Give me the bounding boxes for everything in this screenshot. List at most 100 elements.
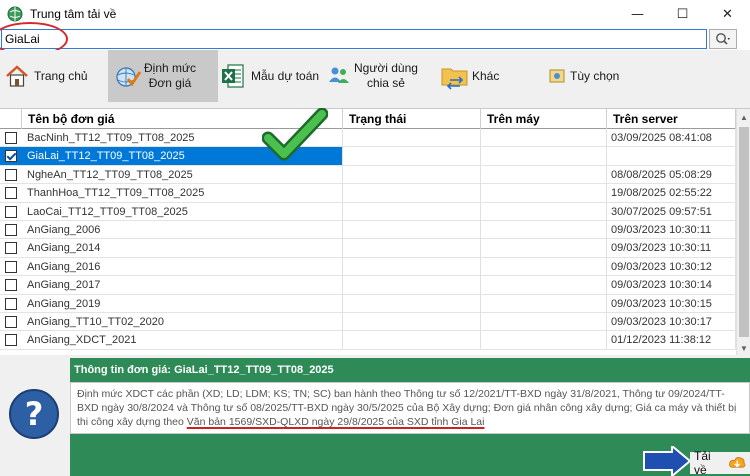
row-checkbox[interactable] (5, 260, 17, 273)
row-name: AnGiang_2016 (22, 257, 343, 276)
row-status (343, 239, 481, 258)
excel-icon (222, 64, 244, 88)
row-local (481, 312, 607, 331)
search-row (0, 28, 750, 50)
row-name: ThanhHoa_TT12_TT09_TT08_2025 (22, 184, 343, 203)
row-name: AnGiang_2019 (22, 294, 343, 313)
cloud-download-icon (728, 457, 745, 468)
table-row[interactable]: GiaLai_TT12_TT09_TT08_2025 15/09/2025 09:… (0, 147, 736, 166)
row-checkbox[interactable] (5, 279, 17, 292)
row-checkbox[interactable] (5, 168, 17, 181)
row-server: 09/03/2023 10:30:15 (607, 294, 736, 313)
table-row[interactable]: AnGiang_TT10_TT02_2020 09/03/2023 10:30:1… (0, 312, 736, 332)
scroll-down-icon[interactable]: ▼ (737, 340, 750, 355)
row-server: 09/03/2023 10:30:11 (607, 220, 736, 239)
shared-users-label: Người dùng chia sẻ (354, 61, 418, 91)
row-name: AnGiang_2014 (22, 239, 343, 258)
row-local (481, 276, 607, 295)
info-description-highlight: Văn bản 1569/SXD-QLXD ngày 29/8/2025 của… (186, 416, 485, 428)
minimize-button[interactable]: — (615, 0, 660, 28)
row-server: 30/07/2025 09:57:51 (607, 202, 736, 221)
row-local (481, 331, 607, 350)
header-local[interactable]: Trên máy (481, 109, 607, 129)
download-arrow-icon (643, 446, 692, 476)
row-status (343, 184, 481, 203)
row-status (343, 312, 481, 331)
row-status (343, 147, 481, 166)
window-controls: — ☐ ✕ (615, 0, 750, 28)
info-title: Thông tin đơn giá: GiaLai_TT12_TT09_TT08… (70, 358, 750, 382)
options-gear-icon (549, 69, 565, 83)
vertical-scrollbar[interactable]: ▲ ▼ (736, 109, 750, 355)
row-checkbox[interactable] (5, 297, 17, 310)
row-name: AnGiang_2017 (22, 276, 343, 295)
home-label: Trang chủ (34, 69, 88, 83)
table-row[interactable]: ThanhHoa_TT12_TT09_TT08_2025 19/08/2025 0… (0, 184, 736, 203)
row-checkbox[interactable] (5, 205, 17, 218)
svg-text:?: ? (25, 395, 44, 433)
table-row[interactable]: NgheAn_TT12_TT09_TT08_2025 08/08/2025 05:… (0, 165, 736, 185)
row-local (481, 165, 607, 184)
table-row[interactable]: AnGiang_2006 09/03/2023 10:30:11 (0, 220, 736, 240)
header-server[interactable]: Trên server (607, 109, 736, 129)
dinhmuc-label-line1: Định mức (144, 61, 197, 75)
row-local (481, 239, 607, 258)
window-title: Trung tâm tải về (30, 7, 117, 21)
row-server: 15/09/2025 09:48:29 (607, 147, 736, 166)
maximize-button[interactable]: ☐ (660, 0, 705, 28)
table-row[interactable]: AnGiang_2016 09/03/2023 10:30:12 (0, 257, 736, 277)
options-label: Tùy chọn (570, 69, 620, 83)
table-row[interactable]: AnGiang_XDCT_2021 01/12/2023 11:38:12 (0, 331, 736, 350)
row-checkbox[interactable] (5, 334, 17, 347)
download-button[interactable]: Tải về (690, 449, 750, 476)
row-server: 08/08/2025 05:08:29 (607, 165, 736, 184)
shared-users-button[interactable]: Người dùng chia sẻ (328, 50, 428, 102)
dinhmuc-dongia-button[interactable]: Định mức Đơn giá (108, 50, 218, 102)
row-checkbox[interactable] (5, 242, 17, 255)
row-checkbox[interactable] (5, 150, 17, 163)
table-row[interactable]: AnGiang_2017 09/03/2023 10:30:14 (0, 276, 736, 295)
table-row[interactable]: LaoCai_TT12_TT09_TT08_2025 30/07/2025 09:… (0, 202, 736, 221)
table-header: Tên bộ đơn giá Trạng thái Trên máy Trên … (0, 109, 736, 129)
row-local (481, 184, 607, 203)
shared-users-line1: Người dùng (354, 61, 418, 75)
row-server: 09/03/2023 10:30:12 (607, 257, 736, 276)
row-server: 03/09/2025 08:41:08 (607, 129, 736, 147)
scroll-thumb[interactable] (739, 127, 749, 337)
row-local (481, 147, 607, 166)
search-button[interactable] (709, 29, 737, 49)
row-status (343, 294, 481, 313)
options-button[interactable]: Tùy chọn (548, 50, 638, 102)
table-row[interactable]: AnGiang_2019 09/03/2023 10:30:15 (0, 294, 736, 313)
home-button[interactable]: Trang chủ (4, 50, 104, 102)
header-checkbox-col (0, 109, 22, 129)
template-label: Mẫu dự toán (251, 69, 320, 83)
header-status[interactable]: Trạng thái (343, 109, 481, 129)
row-checkbox[interactable] (5, 315, 17, 328)
download-label: Tải về (694, 449, 711, 476)
title-bar: Trung tâm tải về — ☐ ✕ (0, 0, 750, 28)
scroll-up-icon[interactable]: ▲ (737, 109, 750, 125)
green-checkmark-annotation-icon (262, 108, 328, 161)
table-row[interactable]: BacNinh_TT12_TT09_TT08_2025 03/09/2025 08… (0, 129, 736, 148)
row-server: 09/03/2023 10:30:11 (607, 239, 736, 258)
row-status (343, 276, 481, 295)
row-status (343, 202, 481, 221)
row-checkbox[interactable] (5, 187, 17, 200)
row-checkbox[interactable] (5, 132, 17, 144)
template-button[interactable]: Mẫu dự toán (221, 50, 325, 102)
row-server: 19/08/2025 02:55:22 (607, 184, 736, 203)
other-button[interactable]: Khác (440, 50, 530, 102)
globe-check-icon (116, 67, 142, 87)
row-local (481, 202, 607, 221)
table-row[interactable]: AnGiang_2014 09/03/2023 10:30:11 (0, 239, 736, 258)
row-status (343, 331, 481, 350)
close-button[interactable]: ✕ (705, 0, 750, 28)
row-checkbox[interactable] (5, 223, 17, 236)
row-server: 09/03/2023 10:30:14 (607, 276, 736, 295)
price-set-table: Tên bộ đơn giá Trạng thái Trên máy Trên … (0, 108, 750, 355)
app-globe-icon (7, 6, 23, 22)
search-input[interactable] (1, 29, 707, 49)
dinhmuc-label-line2: Đơn giá (148, 76, 192, 90)
row-server: 01/12/2023 11:38:12 (607, 331, 736, 350)
